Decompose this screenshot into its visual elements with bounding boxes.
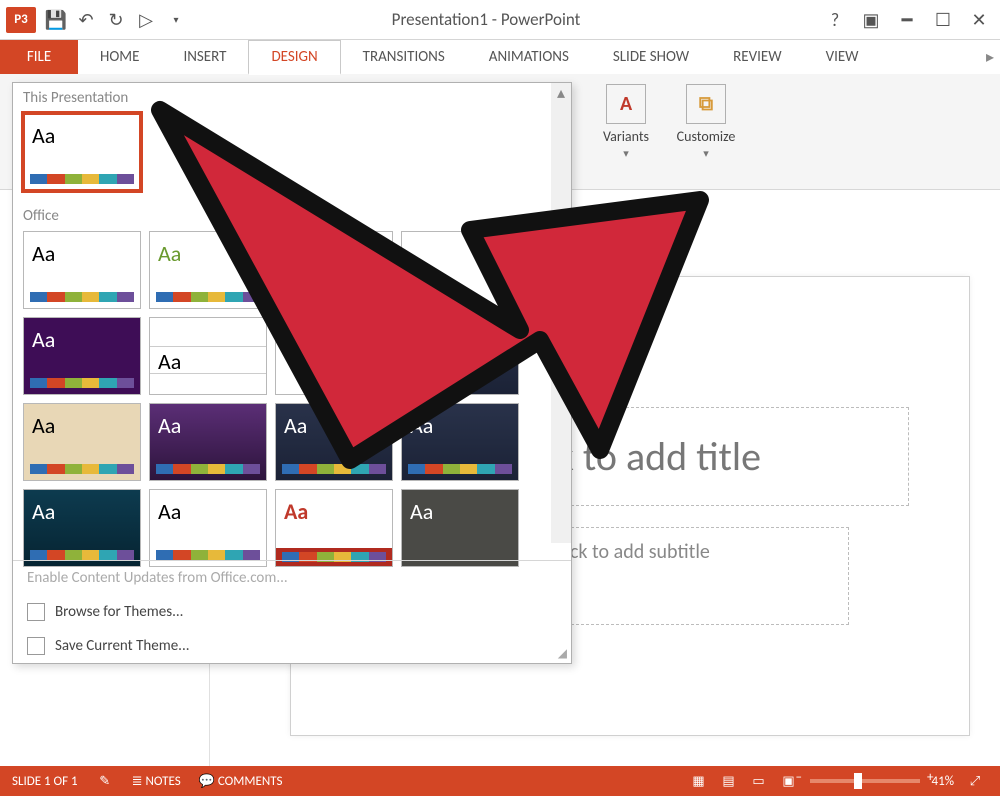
save-theme-icon bbox=[27, 637, 45, 655]
theme-thumb[interactable]: Aa bbox=[23, 489, 141, 567]
folder-icon bbox=[27, 603, 45, 621]
theme-thumb-office-current[interactable]: Aa bbox=[23, 113, 141, 191]
theme-thumb[interactable]: Aa bbox=[401, 489, 519, 567]
theme-thumb[interactable]: Aa bbox=[275, 403, 393, 481]
customize-label: Customize bbox=[677, 128, 736, 145]
chevron-down-icon: ▾ bbox=[586, 147, 666, 160]
tab-design[interactable]: DESIGN bbox=[248, 40, 340, 75]
spellcheck-icon[interactable]: ✎ bbox=[96, 773, 114, 789]
section-this-presentation: This Presentation bbox=[13, 83, 571, 109]
normal-view-icon[interactable]: ▦ bbox=[690, 773, 708, 789]
theme-thumb[interactable] bbox=[275, 317, 393, 395]
theme-thumb[interactable]: Aa bbox=[23, 231, 141, 309]
tab-view[interactable]: VIEW bbox=[804, 40, 881, 74]
theme-thumb[interactable]: Aa bbox=[401, 403, 519, 481]
theme-thumb[interactable]: Aa bbox=[149, 317, 267, 395]
reading-view-icon[interactable]: ▭ bbox=[750, 773, 768, 789]
tab-scroll-right-icon[interactable]: ▸ bbox=[980, 40, 1000, 74]
slide-sorter-view-icon[interactable]: ▤ bbox=[720, 773, 738, 789]
theme-thumb[interactable] bbox=[275, 231, 393, 309]
close-icon[interactable]: ✕ bbox=[970, 11, 988, 29]
maximize-icon[interactable]: ☐ bbox=[934, 11, 952, 29]
app-badge-icon: P3 bbox=[6, 7, 36, 33]
start-from-beginning-icon[interactable]: ▷ bbox=[136, 10, 156, 30]
tab-animations[interactable]: ANIMATIONS bbox=[467, 40, 591, 74]
variants-label: Variants bbox=[603, 128, 649, 145]
tab-slide-show[interactable]: SLIDE SHOW bbox=[591, 40, 711, 74]
tab-review[interactable]: REVIEW bbox=[711, 40, 803, 74]
undo-icon[interactable]: ↶ bbox=[76, 10, 96, 30]
window-title: Presentation1 - PowerPoint bbox=[186, 9, 826, 30]
tab-file[interactable]: FILE bbox=[0, 40, 78, 74]
tab-transitions[interactable]: TRANSITIONS bbox=[341, 40, 467, 74]
zoom-percent[interactable]: 41% bbox=[932, 774, 954, 789]
theme-thumb[interactable]: Aa bbox=[23, 317, 141, 395]
zoom-slider[interactable] bbox=[810, 779, 920, 783]
variants-icon: A bbox=[606, 84, 646, 124]
comments-button[interactable]: 💬 COMMENTS bbox=[199, 774, 283, 789]
resize-grip-icon[interactable]: ◢ bbox=[558, 646, 567, 661]
theme-thumb[interactable]: Aa bbox=[23, 403, 141, 481]
ribbon-display-options-icon[interactable]: ▣ bbox=[862, 11, 880, 29]
variants-button[interactable]: A Variants ▾ bbox=[586, 82, 666, 162]
tab-home[interactable]: HOME bbox=[78, 40, 161, 74]
themes-gallery-panel: ▴ This Presentation Aa Office Aa Aa Aa A… bbox=[12, 82, 572, 664]
theme-thumb[interactable] bbox=[401, 317, 519, 395]
fit-to-window-icon[interactable]: ⤢ bbox=[966, 773, 984, 789]
notes-button[interactable]: ≣ NOTES bbox=[132, 774, 181, 789]
section-office: Office bbox=[13, 201, 571, 227]
minimize-icon[interactable]: ━ bbox=[898, 11, 916, 29]
theme-thumb[interactable]: Aa bbox=[149, 489, 267, 567]
save-icon[interactable]: 💾 bbox=[46, 10, 66, 30]
browse-for-themes[interactable]: Browse for Themes... bbox=[13, 595, 571, 629]
customize-button[interactable]: ⧉ Customize ▾ bbox=[666, 82, 746, 162]
slide-indicator: SLIDE 1 OF 1 bbox=[12, 774, 78, 789]
theme-thumb[interactable]: Aa bbox=[275, 489, 393, 567]
theme-thumb[interactable]: Aa bbox=[149, 231, 267, 309]
customize-icon: ⧉ bbox=[686, 84, 726, 124]
enable-content-updates: Enable Content Updates from Office.com..… bbox=[13, 561, 571, 595]
theme-thumb[interactable]: Aa bbox=[149, 403, 267, 481]
qat-dropdown-icon[interactable]: ▾ bbox=[166, 10, 186, 30]
chevron-down-icon: ▾ bbox=[666, 147, 746, 160]
redo-icon[interactable]: ↻ bbox=[106, 10, 126, 30]
tab-insert[interactable]: INSERT bbox=[161, 40, 248, 74]
panel-scrollbar[interactable]: ▴ bbox=[551, 83, 571, 543]
theme-thumb[interactable] bbox=[401, 231, 519, 309]
save-current-theme[interactable]: Save Current Theme... bbox=[13, 629, 571, 663]
help-icon[interactable]: ? bbox=[826, 11, 844, 29]
